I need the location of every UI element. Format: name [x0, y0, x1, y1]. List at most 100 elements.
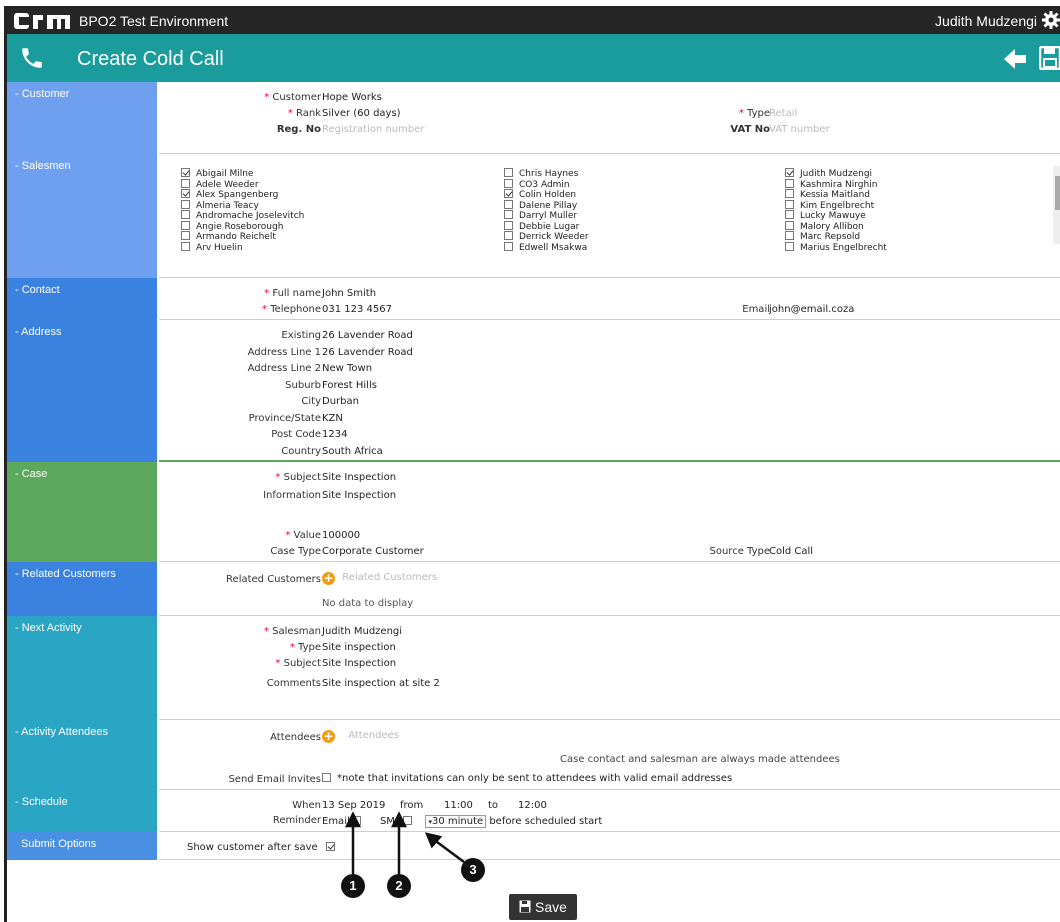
information-value[interactable]: Site Inspection [322, 490, 396, 501]
salesman-name: Andromache Joselevitch [196, 211, 305, 221]
salesman-name: Debbie Lugar [519, 221, 580, 232]
salesman-checkbox[interactable] [785, 231, 794, 240]
page-title: Create Cold Call [77, 48, 224, 70]
comments-value[interactable]: Site inspection at site 2 [322, 678, 440, 689]
salesman-checkbox[interactable] [785, 210, 794, 219]
salesman-name: Dalene Pillay [519, 200, 578, 211]
telephone-label: * Telephone [262, 304, 321, 315]
section-header-attendees[interactable]: - Activity Attendees [7, 720, 157, 790]
reminder-row: Email SMS ▾30 minute before scheduled st… [322, 815, 602, 828]
section-header-schedule[interactable]: - Schedule [7, 790, 157, 832]
section-header-submit[interactable]: Submit Options [7, 832, 157, 860]
salesman-checkbox[interactable] [504, 231, 513, 240]
address-value[interactable]: 1234 [322, 429, 347, 440]
address-value[interactable]: South Africa [322, 446, 383, 457]
callout-2: 2 [387, 874, 411, 898]
case-type-value[interactable]: Corporate Customer [322, 546, 424, 557]
salesman-checkbox[interactable] [785, 220, 794, 230]
section-title: Contact [21, 284, 60, 296]
send-invites-row: *note that invitations can only be sent … [322, 773, 732, 784]
save-icon[interactable] [1039, 46, 1060, 70]
fullname-value[interactable]: John Smith [322, 288, 376, 299]
address-value[interactable]: 26 Lavender Road [322, 330, 413, 341]
customer-value[interactable]: Hope Works [322, 92, 382, 103]
activity-subject-value[interactable]: Site Inspection [322, 658, 396, 669]
salesman-checkbox[interactable] [785, 178, 794, 188]
gear-icon[interactable] [1041, 10, 1060, 30]
salesman-checkbox[interactable] [181, 178, 190, 188]
salesman-checkbox[interactable] [181, 220, 190, 230]
salesman-item[interactable]: Arv Huelin [181, 241, 243, 254]
salesman-checkbox[interactable] [504, 168, 513, 177]
address-value[interactable]: Durban [322, 396, 359, 407]
send-invites-checkbox[interactable] [322, 773, 331, 782]
salesman-checkbox[interactable] [785, 168, 794, 177]
type-input[interactable]: Retail [769, 108, 797, 119]
activity-type-value[interactable]: Site inspection [322, 642, 396, 653]
address-value[interactable]: New Town [322, 363, 372, 374]
salesman-checkbox[interactable] [181, 199, 190, 209]
salesman-checkbox[interactable] [504, 220, 513, 230]
activity-salesman-value[interactable]: Judith Mudzengi [322, 626, 402, 637]
save-button[interactable]: Save [509, 894, 577, 920]
salesman-checkbox[interactable] [785, 199, 794, 209]
address-value[interactable]: 26 Lavender Road [322, 347, 413, 358]
salesman-checkbox[interactable] [504, 199, 513, 209]
case-subject-value[interactable]: Site Inspection [322, 472, 396, 483]
attendees-input[interactable]: Attendees [348, 730, 399, 741]
section-header-related[interactable]: - Related Customers [7, 562, 157, 616]
add-icon[interactable]: + [322, 572, 335, 585]
email-value[interactable]: john@email.coza [769, 304, 854, 315]
salesman-item[interactable]: Edwell Msakwa [504, 241, 588, 254]
value-value[interactable]: 100000 [322, 530, 360, 541]
phone-icon [22, 48, 42, 68]
section-header-contact[interactable]: - Contact [7, 278, 157, 320]
email-reminder-checkbox[interactable] [351, 816, 361, 825]
section-header-next-activity[interactable]: - Next Activity [7, 616, 157, 720]
section-header-customer[interactable]: - Customer [7, 82, 157, 154]
section-header-address[interactable]: - Address [7, 320, 157, 462]
salesman-checkbox[interactable] [785, 189, 794, 198]
date-value[interactable]: 13 Sep 2019 [322, 800, 385, 811]
salesman-name: Edwell Msakwa [519, 242, 588, 253]
source-type-value[interactable]: Cold Call [769, 546, 813, 557]
attendees-add[interactable]: + Attendees [322, 730, 399, 743]
section-header-salesmen[interactable]: - Salesmen [7, 154, 157, 278]
address-value[interactable]: Forest Hills [322, 380, 377, 391]
salesman-checkbox[interactable] [181, 189, 190, 198]
fullname-label: * Full name [264, 288, 321, 299]
salesman-checkbox[interactable] [181, 241, 190, 251]
information-label: Information [263, 490, 321, 501]
salesman-checkbox[interactable] [181, 231, 190, 240]
from-time[interactable]: 11:00 [444, 800, 473, 811]
salesman-checkbox[interactable] [181, 168, 190, 177]
related-customers-add[interactable]: + Related Customers [322, 572, 437, 585]
rank-value[interactable]: Silver (60 days) [322, 108, 401, 119]
salesman-checkbox[interactable] [504, 178, 513, 188]
show-customer-checkbox[interactable] [325, 842, 335, 851]
salesman-checkbox[interactable] [504, 241, 513, 251]
salesman-checkbox[interactable] [504, 189, 513, 198]
reg-no-input[interactable]: Registration number [322, 124, 425, 135]
related-customers-input[interactable]: Related Customers [342, 572, 437, 583]
to-time[interactable]: 12:00 [518, 800, 547, 811]
address-value[interactable]: KZN [322, 413, 343, 424]
salesman-name: Marc Repsold [800, 232, 861, 242]
salesman-item[interactable]: Marius Engelbrecht [785, 241, 887, 254]
salesman-checkbox[interactable] [785, 241, 794, 251]
callout-1: 1 [341, 874, 365, 898]
reminder-minutes-select[interactable]: ▾30 minute [425, 815, 487, 828]
arrow-left-icon[interactable] [1003, 48, 1027, 70]
salesman-checkbox[interactable] [181, 210, 190, 219]
sms-reminder-checkbox[interactable] [403, 816, 413, 825]
telephone-value[interactable]: 031 123 4567 [322, 304, 392, 315]
salesman-name: Darryl Muller [519, 211, 578, 221]
salesmen-scrollbar[interactable] [1053, 166, 1060, 244]
user-name[interactable]: Judith Mudzengi [935, 13, 1037, 29]
show-customer-label: Show customer after save [187, 842, 318, 853]
salesman-checkbox[interactable] [504, 210, 513, 219]
add-icon[interactable]: + [322, 730, 335, 743]
top-bar: BPO2 Test Environment Judith Mudzengi [7, 8, 1060, 34]
section-header-case[interactable]: - Case [7, 462, 157, 562]
vat-no-input[interactable]: VAT number [769, 124, 830, 135]
